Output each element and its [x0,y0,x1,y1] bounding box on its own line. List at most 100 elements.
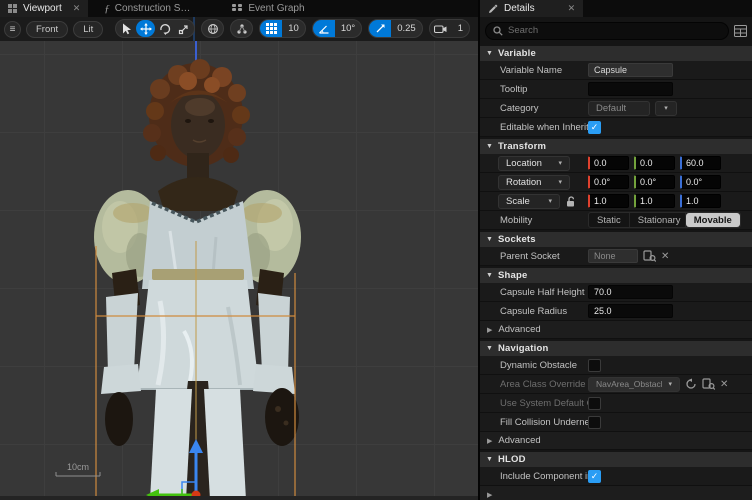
character-render: 10cm [0,41,478,500]
select-tool-button[interactable] [117,20,136,37]
world-space-icon [207,23,218,34]
scale-snap-value[interactable]: 0.25 [391,23,422,34]
shape-advanced-row[interactable]: ▶ Advanced [480,321,752,339]
variable-name-input[interactable]: Capsule [588,63,673,77]
scale-z-input[interactable]: 1.0 [680,194,721,208]
section-transform[interactable]: ▼ Transform [480,139,752,154]
move-tool-button[interactable] [136,20,156,37]
collapse-icon[interactable]: ▼ [486,456,493,463]
parent-socket-input[interactable]: None [588,249,638,263]
section-variable[interactable]: ▼ Variable [480,46,752,61]
tab-construction-script[interactable]: ƒ Construction S… [96,0,198,17]
clipped-bottom-row[interactable]: ▶ [480,486,752,500]
rotation-dropdown[interactable]: Rotation ▾ [498,174,570,190]
close-icon[interactable]: ✕ [568,3,576,14]
grid-snap-button[interactable] [260,20,283,37]
surface-snap-button[interactable] [232,20,251,37]
search-input[interactable] [508,25,721,36]
collapse-icon[interactable]: ▼ [486,236,493,243]
capsule-radius-input[interactable]: 25.0 [588,304,673,318]
mobility-stationary-button[interactable]: Stationary [630,213,686,227]
area-class-dropdown[interactable]: NavArea_Obstacle ▾ [588,376,680,392]
rotation-y-input[interactable]: 0.0° [634,175,675,189]
location-x-input[interactable]: 0.0 [588,156,629,170]
hamburger-icon: ≡ [9,23,16,35]
viewport-3d-scene[interactable]: 10cm [0,41,478,500]
section-shape[interactable]: ▼ Shape [480,268,752,283]
collapse-icon[interactable]: ▼ [486,345,493,352]
expand-icon: ▶ [487,437,493,445]
location-y-input[interactable]: 0.0 [634,156,675,170]
fill-collision-checkbox[interactable] [588,415,601,429]
tab-event-graph-label: Event Graph [248,3,305,14]
use-system-default-checkbox[interactable] [588,396,601,410]
grid-snap-group: 10 [259,19,306,38]
section-hlod[interactable]: ▼ HLOD [480,452,752,467]
category-dropdown[interactable]: Default [588,100,650,116]
mobility-movable-button[interactable]: Movable [685,213,740,227]
rotation-z-input[interactable]: 0.0° [680,175,721,189]
view-mode-button[interactable]: Lit [73,20,104,38]
character-left-leg [150,389,192,500]
tab-details[interactable]: Details ✕ [480,0,584,17]
scale-tool-button[interactable] [174,20,193,37]
close-icon[interactable]: ✕ [73,3,81,14]
camera-speed-button[interactable] [430,20,452,37]
tab-event-graph[interactable]: Event Graph [224,0,312,17]
transform-space-button[interactable] [203,20,222,37]
row-location: Location ▾ 0.0 0.0 60.0 [480,154,752,173]
area-class-label: Area Class Override [500,378,586,390]
collapse-icon[interactable]: ▼ [486,50,493,57]
row-variable-name: Variable Name Capsule [480,61,752,80]
capsule-half-height-input[interactable]: 70.0 [588,285,673,299]
dynamic-obstacle-checkbox[interactable] [588,358,601,372]
rotate-tool-button[interactable] [155,20,174,37]
rotation-x-input[interactable]: 0.0° [588,175,629,189]
scale-y-input[interactable]: 1.0 [634,194,675,208]
collapse-icon[interactable]: ▼ [486,143,493,150]
tab-construction-label: Construction S… [114,3,191,14]
viewport-options-button[interactable]: ≡ [4,20,21,38]
section-sockets-title: Sockets [497,234,536,245]
mobility-label: Mobility [500,214,533,226]
tooltip-input[interactable] [588,82,673,96]
location-dropdown[interactable]: Location ▾ [498,155,570,171]
row-capsule-radius: Capsule Radius 25.0 [480,302,752,321]
tab-viewport[interactable]: Viewport ✕ [0,0,89,17]
camera-speed-value[interactable]: 1 [452,23,469,34]
browse-socket-icon[interactable] [643,250,656,262]
scale-snap-button[interactable] [369,20,392,37]
include-hlod-checkbox[interactable]: ✓ [588,469,601,483]
tab-viewport-label: Viewport [23,3,62,14]
section-navigation[interactable]: ▼ Navigation [480,341,752,356]
chevron-down-icon: ▾ [668,381,672,388]
grid-snap-value[interactable]: 10 [282,23,305,34]
view-perspective-button[interactable]: Front [26,20,69,38]
lock-open-icon[interactable] [566,195,576,207]
scale-x-input[interactable]: 1.0 [588,194,629,208]
parent-socket-label: Parent Socket [500,250,560,262]
search-box[interactable] [485,21,729,40]
navigation-advanced-row[interactable]: ▶ Advanced [480,432,752,450]
category-dropdown-arrow[interactable]: ▾ [655,100,677,116]
section-transform-title: Transform [497,141,547,152]
chevron-down-icon: ▾ [664,105,668,112]
search-icon [493,25,503,36]
use-selected-icon[interactable] [685,378,697,390]
browse-asset-icon[interactable] [702,378,715,390]
location-z-input[interactable]: 60.0 [680,156,721,170]
section-sockets[interactable]: ▼ Sockets [480,232,752,247]
category-label: Category [500,102,539,114]
collapse-icon[interactable]: ▼ [486,272,493,279]
mobility-static-button[interactable]: Static [589,213,630,227]
rotation-snap-button[interactable] [312,20,335,37]
editable-checkbox[interactable]: ✓ [588,120,601,134]
view-options-icon[interactable] [734,24,747,37]
row-parent-socket: Parent Socket None ✕ [480,247,752,266]
clear-socket-icon[interactable]: ✕ [661,251,669,262]
rotation-snap-value[interactable]: 10° [335,23,361,34]
scale-dropdown[interactable]: Scale ▾ [498,193,560,209]
clear-asset-icon[interactable]: ✕ [720,379,728,390]
chevron-down-icon: ▾ [558,160,562,167]
area-class-value: NavArea_Obstacle [596,379,663,389]
